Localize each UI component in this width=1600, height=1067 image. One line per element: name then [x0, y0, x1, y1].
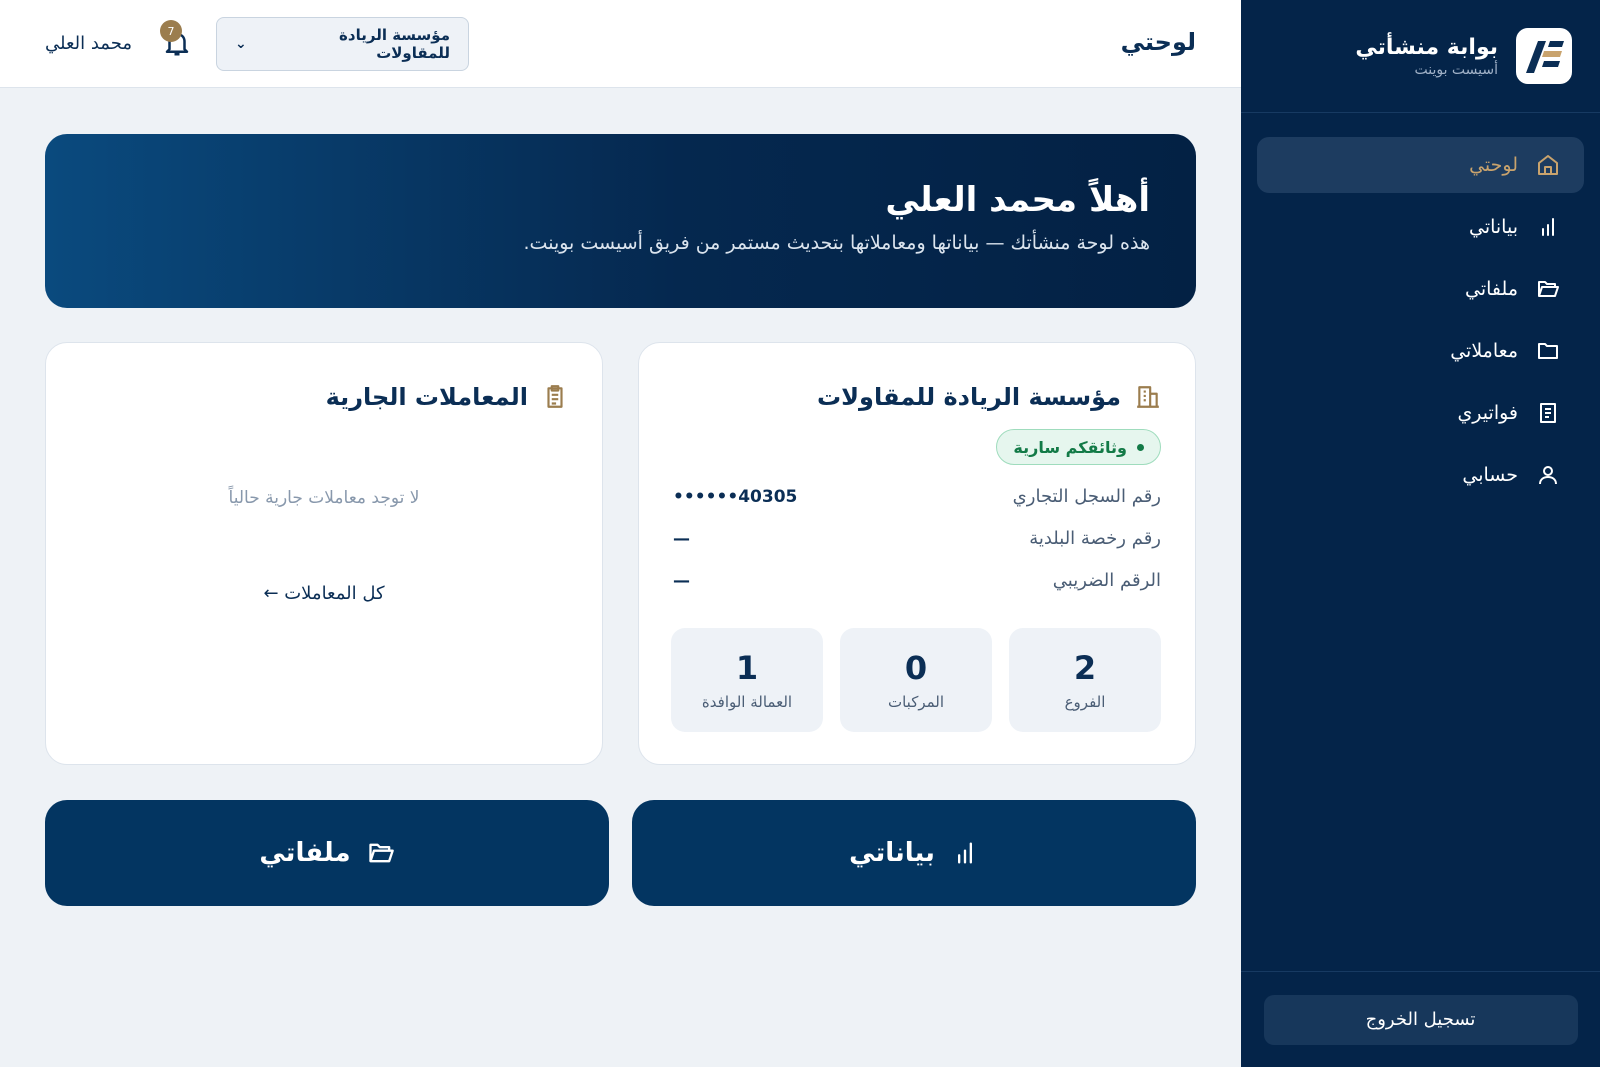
- stat-value: 2: [1073, 649, 1097, 687]
- stat-workers: 1 العمالة الوافدة: [671, 628, 823, 732]
- sidebar-nav: لوحتي بياناتي ملفاتي معاملاتي فواتيري حس…: [1241, 113, 1600, 503]
- welcome-banner: أهلاً محمد العلي هذه لوحة منشأتك — بيانا…: [45, 134, 1196, 308]
- sidebar-item-label: حسابي: [1462, 464, 1518, 486]
- welcome-subtitle: هذه لوحة منشأتك — بياناتها ومعاملاتها بت…: [523, 232, 1150, 254]
- organization-card-header: مؤسسة الريادة للمقاولات: [817, 383, 1161, 411]
- organization-select-value: مؤسسة الريادة للمقاولات: [339, 26, 450, 62]
- info-label: رقم رخصة البلدية: [1029, 528, 1161, 549]
- chevron-down-icon: ⌄: [235, 36, 247, 52]
- stat-value: 1: [735, 649, 759, 687]
- all-transactions-link[interactable]: كل المعاملات ←: [46, 583, 602, 604]
- organization-card: مؤسسة الريادة للمقاولات وثائقكم سارية رق…: [638, 342, 1196, 765]
- stat-label: المركبات: [887, 693, 945, 711]
- folder-open-icon: [1538, 281, 1559, 297]
- folder-open-icon: [368, 843, 394, 863]
- my-files-button-label: ملفاتي: [259, 838, 351, 868]
- my-files-button[interactable]: ملفاتي: [45, 800, 609, 906]
- stat-vehicles: 0 المركبات: [840, 628, 992, 732]
- sidebar-footer: تسجيل الخروج: [1241, 971, 1600, 1067]
- my-data-button[interactable]: بياناتي: [632, 800, 1196, 906]
- bar-chart-icon: [1542, 218, 1554, 236]
- sidebar-item-transactions[interactable]: معاملاتي: [1257, 323, 1584, 379]
- my-data-button-label: بياناتي: [849, 838, 935, 868]
- sidebar: بوابة منشأتي أسيست بوينت لوحتي بياناتي م…: [1241, 0, 1600, 1067]
- sidebar-item-invoices[interactable]: فواتيري: [1257, 385, 1584, 441]
- info-label: رقم السجل التجاري: [1012, 486, 1161, 507]
- top-header: لوحتي مؤسسة الريادة للمقاولات ⌄ 7 محمد ا…: [0, 0, 1241, 88]
- transactions-card-header: المعاملات الجارية: [326, 383, 568, 411]
- sidebar-item-my-data[interactable]: بياناتي: [1257, 199, 1584, 255]
- info-value: 40305••••••: [673, 486, 798, 507]
- status-dot-icon: [1137, 443, 1144, 451]
- status-text: وثائقكم سارية: [1013, 437, 1127, 457]
- sidebar-item-account[interactable]: حسابي: [1257, 447, 1584, 503]
- brand: بوابة منشأتي أسيست بوينت: [1241, 0, 1600, 113]
- folder-icon: [1538, 343, 1558, 359]
- bar-chart-icon: [957, 842, 972, 864]
- logo-icon: [1516, 28, 1572, 84]
- transactions-title: المعاملات الجارية: [325, 383, 528, 411]
- sidebar-item-label: معاملاتي: [1450, 340, 1518, 362]
- brand-title: بوابة منشأتي: [1355, 34, 1498, 60]
- logout-button[interactable]: تسجيل الخروج: [1263, 994, 1578, 1045]
- transactions-card: المعاملات الجارية لا توجد معاملات جارية …: [45, 342, 603, 765]
- organization-name: مؤسسة الريادة للمقاولات: [817, 383, 1121, 411]
- home-icon: [1538, 155, 1558, 175]
- clipboard-icon: [547, 385, 563, 408]
- user-name[interactable]: محمد العلي: [45, 33, 132, 54]
- page-title: لوحتي: [1120, 28, 1196, 56]
- info-label: الرقم الضريبي: [1052, 570, 1161, 591]
- info-value: —: [673, 528, 690, 549]
- sidebar-item-my-files[interactable]: ملفاتي: [1257, 261, 1584, 317]
- welcome-title: أهلاً محمد العلي: [885, 180, 1150, 220]
- notification-badge: 7: [160, 20, 182, 42]
- empty-state-text: لا توجد معاملات جارية حالياً: [228, 488, 420, 508]
- receipt-icon: [1540, 403, 1556, 423]
- sidebar-item-label: ملفاتي: [1465, 278, 1518, 300]
- brand-subtitle: أسيست بوينت: [1414, 61, 1498, 78]
- info-row-municipal: رقم رخصة البلدية —: [673, 528, 1161, 549]
- info-row-tax: الرقم الضريبي —: [673, 570, 1161, 591]
- info-value: —: [673, 570, 690, 591]
- status-badge: وثائقكم سارية: [996, 429, 1161, 465]
- sidebar-item-label: بياناتي: [1468, 216, 1518, 238]
- stat-label: الفروع: [1064, 693, 1106, 711]
- sidebar-item-label: لوحتي: [1469, 154, 1518, 176]
- sidebar-item-label: فواتيري: [1457, 402, 1518, 424]
- building-icon: [1137, 386, 1159, 408]
- stat-branches: 2 الفروع: [1009, 628, 1161, 732]
- info-row-cr: رقم السجل التجاري 40305••••••: [673, 486, 1161, 507]
- user-icon: [1539, 466, 1557, 485]
- stat-label: العمالة الوافدة: [701, 693, 793, 711]
- sidebar-item-dashboard[interactable]: لوحتي: [1257, 137, 1584, 193]
- stats-row: 2 الفروع 0 المركبات 1 العمالة الوافدة: [671, 628, 1161, 732]
- stat-value: 0: [904, 649, 928, 687]
- organization-select[interactable]: مؤسسة الريادة للمقاولات ⌄: [216, 17, 469, 71]
